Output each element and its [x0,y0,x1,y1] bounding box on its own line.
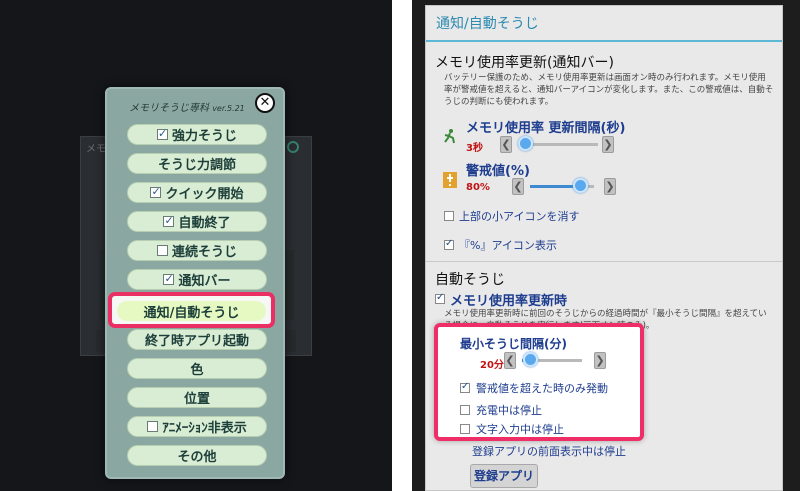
main-menu-popup: メモリそうじ専科 ver.5.21 ✕ 強力そうじ そうじ力調節 クイック開始 … [105,87,285,479]
version-label: ver.5.21 [212,104,245,113]
checkbox-icon [147,421,159,432]
close-icon[interactable]: ✕ [255,93,275,113]
chevron-left-icon[interactable]: ❮ [512,178,524,195]
checkbox-icon [163,272,175,285]
show-percent-icon-checkbox[interactable] [444,238,454,250]
min-interval-label: 最小そうじ間隔(分) [460,337,567,351]
checkbox-icon [156,127,168,140]
stop-charging-label: 充電中は停止 [476,404,542,417]
page-title: 通知/自動そうじ [426,6,782,42]
interval-label: メモリ使用率 更新間隔(秒) [466,121,626,136]
background-window-title: メモ [86,144,106,155]
menu-item-auto-exit[interactable]: 自動終了 [127,211,267,232]
menu-item-position[interactable]: 位置 [127,387,267,408]
stop-text-input-checkbox[interactable] [460,424,470,434]
gear-icon [287,141,299,153]
panel-divider [392,0,412,491]
menu-item-clean-power[interactable]: そうじ力調節 [127,153,267,174]
on-update-label: メモリ使用率更新時 [450,294,568,309]
chevron-left-icon[interactable]: ❮ [504,352,516,369]
highlighted-auto-clean-options: 最小そうじ間隔(分) 20分 ❮ ❯ 警戒値を超えた時のみ発動 充電中は停止 文… [434,323,644,441]
memory-run-icon [444,129,455,144]
menu-item-notify-auto-clean[interactable]: 通知/自動そうじ [117,301,266,321]
hide-small-icon-checkbox[interactable] [444,211,454,221]
chevron-right-icon[interactable]: ❯ [604,178,616,195]
menu-item-launch-app-on-exit[interactable]: 終了時アプリ起動 [127,329,267,350]
section-header-auto-clean: 自動そうじ [435,272,505,288]
hide-small-icon-label: 上部の小アイコンを消す [459,210,580,223]
min-interval-slider-thumb[interactable] [523,352,538,367]
menu-item-hide-animation[interactable]: ｱﾆﾒｰｼｮﾝ非表示 [127,416,267,437]
on-update-checkbox[interactable] [435,292,445,304]
registered-apps-button[interactable]: 登録アプリ [470,464,538,488]
menu-item-color[interactable]: 色 [127,358,267,379]
menu-item-notification-bar[interactable]: 通知バー [127,269,267,290]
only-over-warn-checkbox[interactable] [460,381,470,393]
menu-item-quick-start[interactable]: クイック開始 [127,182,267,203]
warn-value: 80% [466,182,490,193]
interval-slider-thumb[interactable] [518,136,533,151]
chevron-left-icon[interactable]: ❮ [500,136,512,153]
stop-registered-front-label: 登録アプリの前面表示中は停止 [472,445,626,458]
left-panel: メモ メモリそうじ専科 ver.5.21 ✕ 強力そうじ そうじ力調節 クイック… [0,0,392,491]
screenshot-stage: メモ メモリそうじ専科 ver.5.21 ✕ 強力そうじ そうじ力調節 クイック… [0,0,800,491]
chevron-right-icon[interactable]: ❯ [602,136,614,153]
chevron-right-icon[interactable]: ❯ [594,352,606,369]
menu-item-other[interactable]: その他 [127,445,267,466]
show-percent-icon-label: 『%』アイコン表示 [459,239,557,252]
section-description: バッテリー保護のため、メモリ使用率更新は画面オン時のみ行われます。メモリ使用率が… [444,73,774,107]
stop-text-input-label: 文字入力中は停止 [476,423,564,436]
stop-charging-checkbox[interactable] [460,405,470,415]
interval-value: 3秒 [466,143,483,154]
checkbox-icon [150,185,162,198]
checkbox-icon [163,214,175,227]
highlight-frame: 通知/自動そうじ [108,292,275,328]
min-interval-value: 20分 [480,360,504,371]
section-header-memory-update: メモリ使用率更新(通知バー) [435,55,614,71]
menu-title: メモリそうじ専科 ver.5.21 [129,103,245,114]
menu-item-continuous-clean[interactable]: 連続そうじ [127,240,267,261]
only-over-warn-label: 警戒値を超えた時のみ発動 [476,382,608,395]
menu-item-strong-clean[interactable]: 強力そうじ [127,124,267,145]
warn-slider-thumb[interactable] [573,178,589,193]
warn-label: 警戒値(%) [466,164,530,179]
checkbox-icon [156,245,168,256]
warning-icon [443,172,457,188]
section-separator [426,261,782,262]
